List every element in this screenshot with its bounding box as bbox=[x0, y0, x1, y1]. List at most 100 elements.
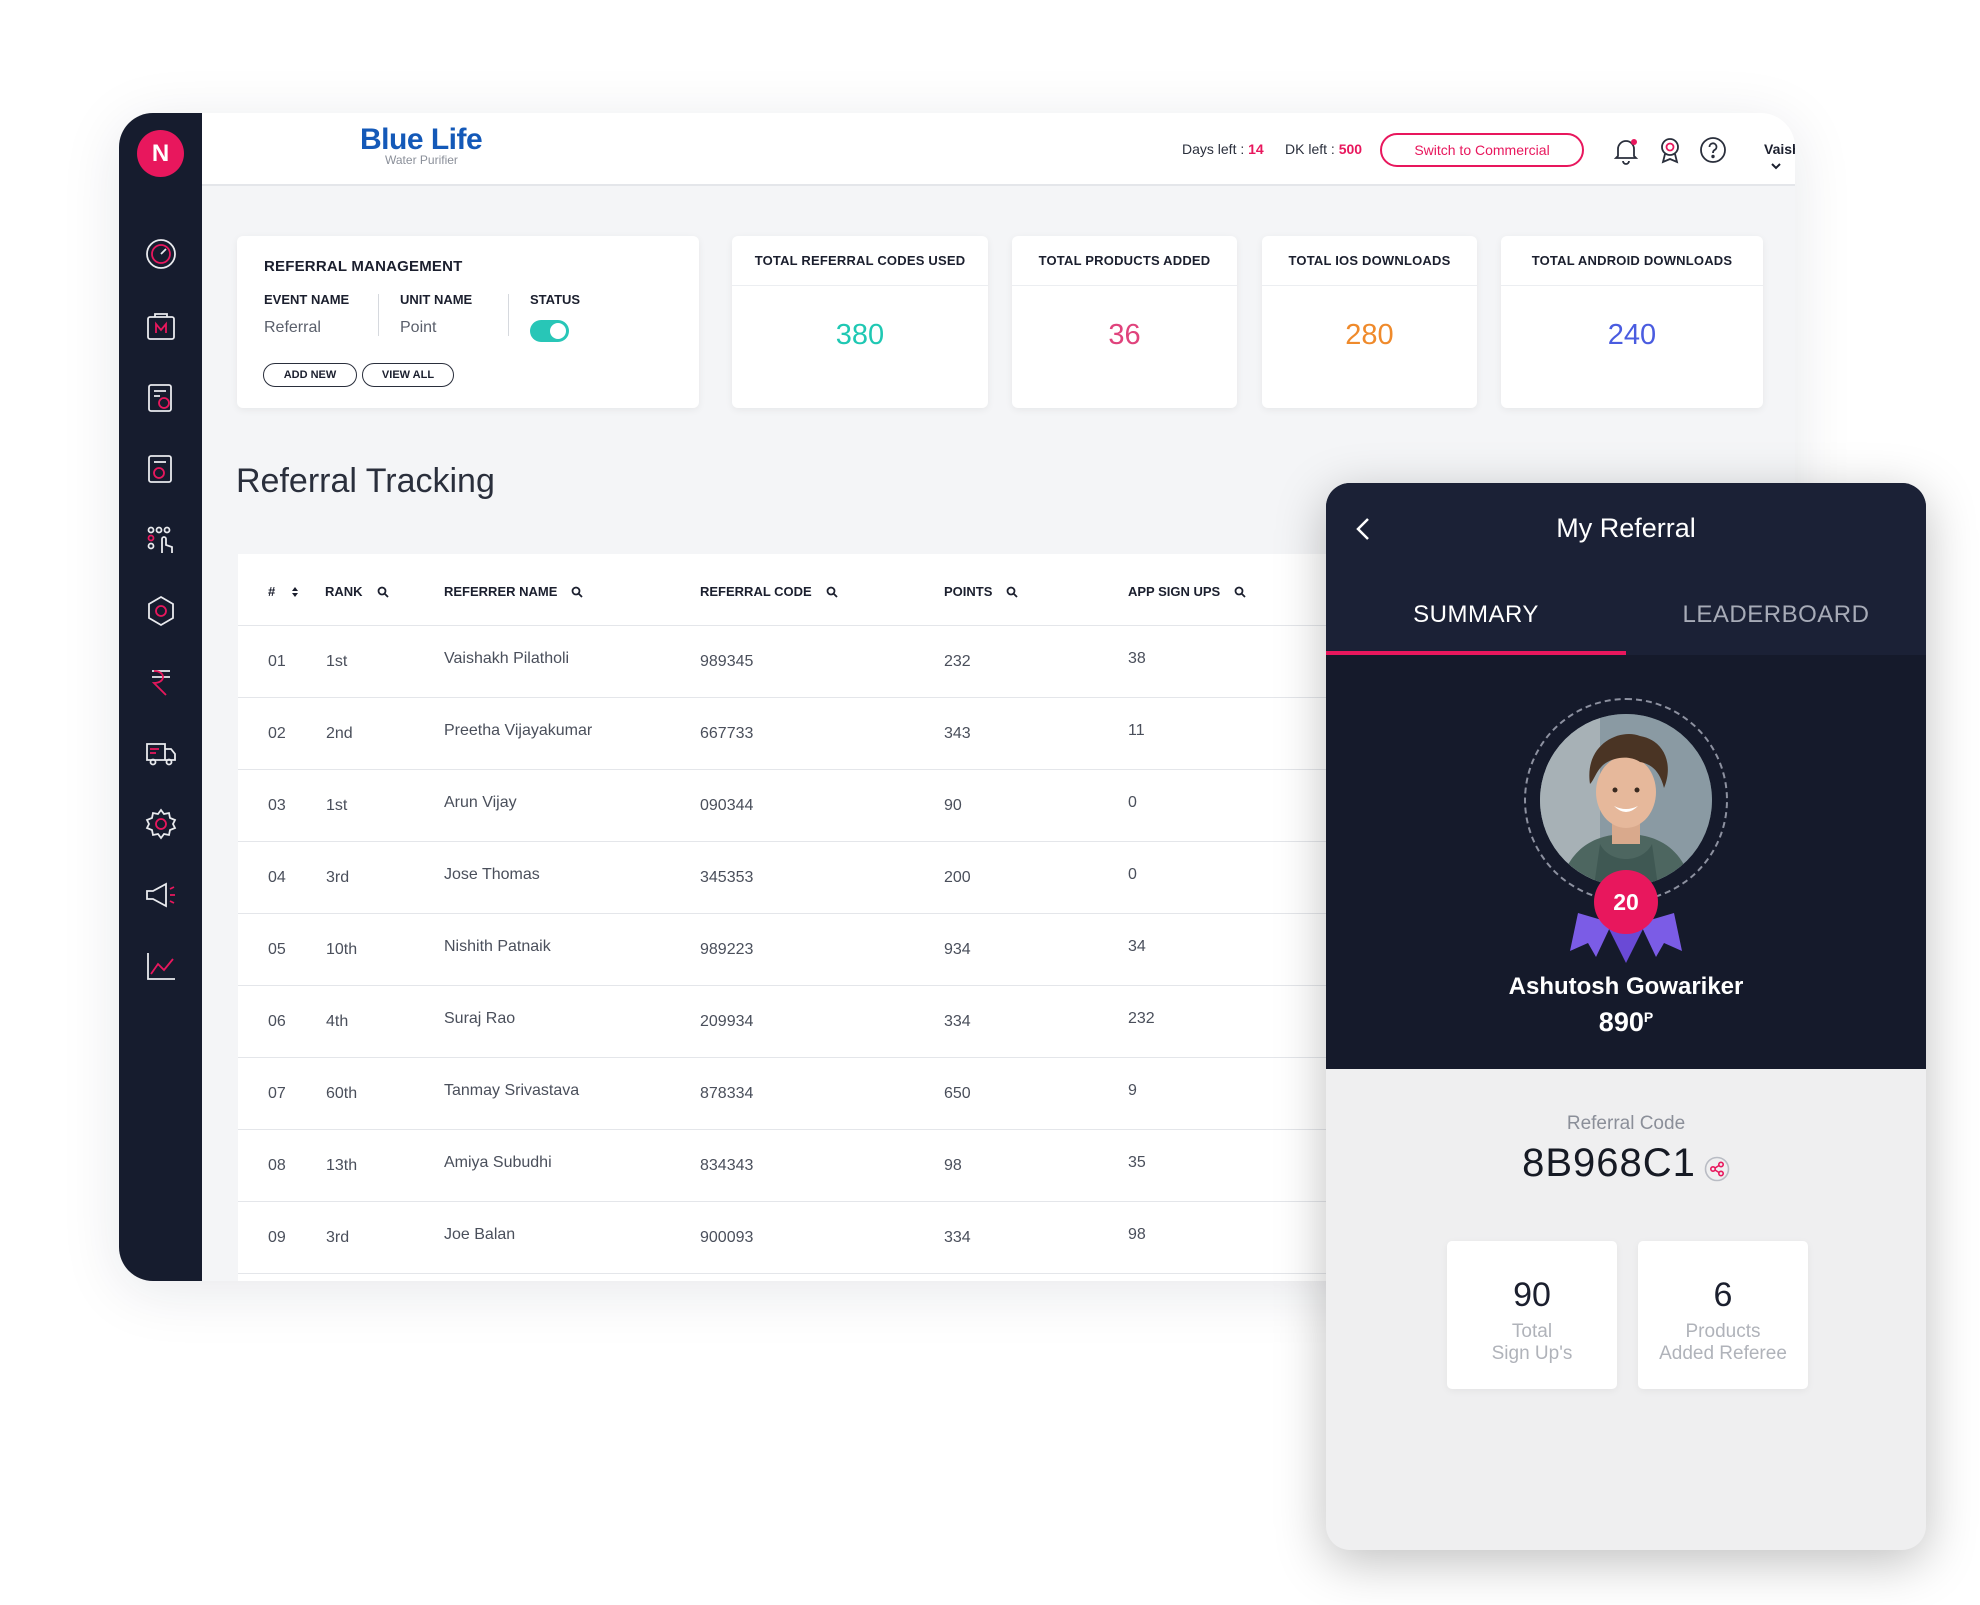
row-referral-code: 667733 bbox=[700, 725, 754, 742]
analytics-icon[interactable] bbox=[144, 949, 178, 983]
stat-value: 240 bbox=[1607, 319, 1657, 351]
touch-grid-icon[interactable] bbox=[144, 523, 178, 557]
row-app-sign-ups: 38 bbox=[1128, 650, 1146, 667]
row-points: 934 bbox=[944, 941, 971, 958]
stat-title: TOTAL PRODUCTS ADDED bbox=[1012, 236, 1237, 286]
brand-name: Blue Life bbox=[360, 123, 483, 156]
divider bbox=[508, 294, 509, 336]
section-title: Referral Tracking bbox=[236, 462, 495, 500]
column-header-referrer-name[interactable]: REFERRER NAME bbox=[444, 584, 584, 599]
tab-leaderboard[interactable]: LEADERBOARD bbox=[1626, 601, 1926, 629]
referral-code: 8B968C1 bbox=[1326, 1141, 1926, 1186]
row-referral-code: 090344 bbox=[700, 797, 754, 814]
gear-icon[interactable] bbox=[144, 807, 178, 841]
stat-card-android-downloads: TOTAL ANDROID DOWNLOADS 240 bbox=[1501, 236, 1763, 408]
row-number: 03 bbox=[268, 797, 286, 814]
stat-card-ios-downloads: TOTAL IOS DOWNLOADS 280 bbox=[1262, 236, 1477, 408]
row-points: 90 bbox=[944, 797, 962, 814]
profile-points: 890P bbox=[1598, 1007, 1654, 1037]
stat-card-products-added: TOTAL PRODUCTS ADDED 36 bbox=[1012, 236, 1237, 408]
row-referral-code: 834343 bbox=[700, 1157, 754, 1174]
row-points: 650 bbox=[944, 1085, 971, 1102]
row-points: 343 bbox=[944, 725, 971, 742]
clipboard-icon[interactable] bbox=[144, 452, 178, 486]
rupee-icon[interactable] bbox=[144, 665, 178, 699]
row-rank: 3rd bbox=[326, 869, 350, 886]
logo-box-icon[interactable] bbox=[144, 310, 178, 344]
days-left: Days left : 14 bbox=[1182, 141, 1264, 157]
bell-icon[interactable] bbox=[1611, 135, 1641, 165]
truck-icon[interactable] bbox=[144, 736, 178, 770]
row-app-sign-ups: 34 bbox=[1128, 938, 1146, 955]
row-number: 02 bbox=[268, 725, 286, 742]
sort-icon[interactable] bbox=[289, 586, 301, 598]
add-new-button[interactable]: ADD NEW bbox=[263, 363, 357, 387]
row-referral-code: 900093 bbox=[700, 1229, 754, 1246]
row-referrer-name: Nishith Patnaik bbox=[444, 938, 551, 955]
row-number: 07 bbox=[268, 1085, 286, 1102]
column-header-referral-code[interactable]: REFERRAL CODE bbox=[700, 584, 838, 599]
row-referrer-name: Joe Balan bbox=[444, 1226, 516, 1243]
row-rank: 60th bbox=[326, 1085, 358, 1102]
brand[interactable]: Blue Life Water Purifier bbox=[360, 123, 483, 167]
column-header-number[interactable]: # bbox=[268, 584, 301, 599]
stat-value: 380 bbox=[835, 319, 885, 351]
row-referrer-name: Jose Thomas bbox=[444, 866, 540, 883]
settings-doc-icon[interactable] bbox=[144, 381, 178, 415]
row-app-sign-ups: 9 bbox=[1128, 1082, 1137, 1099]
event-name-label: EVENT NAME bbox=[264, 292, 350, 307]
stat-title: TOTAL ANDROID DOWNLOADS bbox=[1501, 236, 1763, 286]
row-rank: 10th bbox=[326, 941, 358, 958]
row-app-sign-ups: 11 bbox=[1128, 722, 1145, 739]
row-points: 334 bbox=[944, 1013, 971, 1030]
search-icon[interactable] bbox=[826, 586, 838, 598]
phone-header: My Referral SUMMARY LEADERBOARD bbox=[1326, 483, 1926, 655]
dk-left: DK left : 500 bbox=[1285, 141, 1363, 157]
chevron-down-icon bbox=[1771, 163, 1781, 170]
row-points: 200 bbox=[944, 869, 971, 886]
location-icon[interactable] bbox=[1655, 135, 1685, 165]
app-logo[interactable]: N bbox=[137, 130, 184, 177]
stat-title: TOTAL REFERRAL CODES USED bbox=[732, 236, 988, 286]
rank-badge: 20 bbox=[1594, 870, 1658, 934]
tab-summary[interactable]: SUMMARY bbox=[1326, 601, 1626, 629]
share-icon[interactable] bbox=[1704, 1147, 1730, 1182]
column-header-app-sign-ups[interactable]: APP SIGN UPS bbox=[1128, 584, 1246, 599]
row-rank: 1st bbox=[326, 797, 348, 814]
row-referral-code: 989223 bbox=[700, 941, 754, 958]
row-referrer-name: Suraj Rao bbox=[444, 1010, 516, 1027]
help-icon[interactable] bbox=[1698, 135, 1728, 165]
row-rank: 2nd bbox=[326, 725, 353, 742]
row-rank: 1st bbox=[326, 653, 348, 670]
status-label: STATUS bbox=[530, 292, 581, 307]
referral-management-card: REFERRAL MANAGEMENT EVENT NAME Referral … bbox=[237, 236, 699, 408]
row-app-sign-ups: 35 bbox=[1128, 1154, 1146, 1171]
event-name-value: Referral bbox=[264, 319, 321, 336]
view-all-button[interactable]: VIEW ALL bbox=[362, 363, 454, 387]
top-bar: Blue Life Water Purifier Days left : 14 … bbox=[202, 113, 1795, 186]
products-added-card: 6 Products Added Referee bbox=[1638, 1241, 1808, 1389]
search-icon[interactable] bbox=[1234, 586, 1246, 598]
row-app-sign-ups: 232 bbox=[1128, 1010, 1155, 1027]
dashboard-icon[interactable] bbox=[144, 237, 178, 271]
search-icon[interactable] bbox=[1006, 586, 1019, 598]
search-icon[interactable] bbox=[571, 586, 584, 598]
status-toggle[interactable] bbox=[530, 320, 569, 342]
row-referrer-name: Arun Vijay bbox=[444, 794, 517, 811]
column-header-rank[interactable]: RANK bbox=[325, 584, 389, 599]
avatar[interactable] bbox=[1540, 714, 1712, 886]
row-referrer-name: Amiya Subudhi bbox=[444, 1154, 552, 1171]
referral-code-label: Referral Code bbox=[1566, 1113, 1686, 1134]
search-icon[interactable] bbox=[377, 586, 389, 598]
row-points: 232 bbox=[944, 653, 971, 670]
user-menu[interactable]: Vaishakh bbox=[1764, 141, 1795, 173]
stat-title: TOTAL IOS DOWNLOADS bbox=[1262, 236, 1477, 286]
row-number: 01 bbox=[268, 653, 286, 670]
network-icon[interactable] bbox=[144, 594, 178, 628]
megaphone-icon[interactable] bbox=[144, 878, 178, 912]
column-header-points[interactable]: POINTS bbox=[944, 584, 1019, 599]
switch-to-commercial-button[interactable]: Switch to Commercial bbox=[1380, 133, 1584, 167]
sidebar: N bbox=[119, 113, 202, 1281]
row-referral-code: 878334 bbox=[700, 1085, 754, 1102]
products-added-label-1: Products bbox=[1685, 1321, 1761, 1342]
